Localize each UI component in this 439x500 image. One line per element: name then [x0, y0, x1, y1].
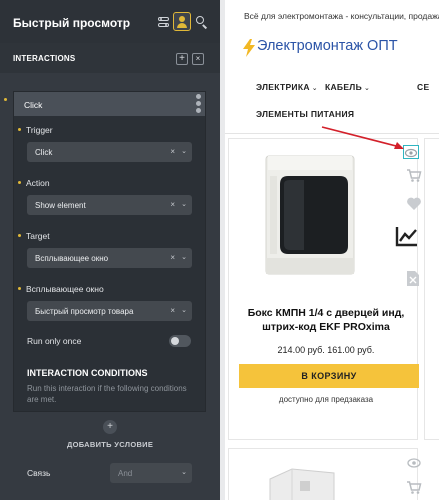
interaction-name: Click [24, 100, 43, 110]
run-only-once-toggle[interactable] [169, 335, 191, 347]
nav-kabel-label: КАБЕЛЬ [325, 82, 362, 92]
panel-divider [220, 0, 225, 500]
trigger-select[interactable]: Click × ⌄ [27, 142, 192, 162]
action-label: Action [26, 178, 50, 188]
store-preview: Всё для электромонтажа - консультации, п… [220, 0, 439, 500]
site-logo[interactable]: Электромонтаж ОПТ [257, 38, 398, 54]
chevron-down-icon[interactable]: ⌄ [181, 306, 187, 314]
interactions-panel: Быстрый просмотр INTERACTIONS + × Click … [0, 0, 220, 500]
user-icon[interactable] [173, 12, 191, 31]
nav-elektrika[interactable]: ЭЛЕКТРИКА ⌄ [256, 82, 318, 92]
panel-header: Быстрый просмотр [0, 0, 220, 43]
add-condition-icon[interactable]: + [103, 420, 117, 434]
clear-icon[interactable]: × [170, 147, 175, 156]
file-icon[interactable] [406, 270, 420, 287]
product-card: Бокс КМПН 1/4 с дверцей инд, штрих-код E… [228, 138, 422, 440]
heart-icon[interactable] [406, 196, 422, 211]
popup-value: Быстрый просмотр товара [35, 307, 134, 316]
conditions-description: Run this interaction if the following co… [27, 384, 187, 404]
product-image[interactable] [262, 463, 342, 500]
product-title[interactable]: Бокс КМПН 1/4 с дверцей инд, штрих-код E… [241, 306, 411, 334]
nav-se[interactable]: СЕ [417, 82, 429, 92]
toggle-settings-icon[interactable] [156, 14, 172, 30]
chevron-down-icon: ⌄ [311, 85, 318, 92]
trigger-label: Trigger [26, 125, 53, 135]
run-only-once-label: Run only once [27, 336, 82, 346]
product-title-line: Бокс КМПН 1/4 с дверцей инд, [247, 307, 405, 319]
clear-icon[interactable]: × [170, 253, 175, 262]
close-button[interactable]: × [192, 53, 204, 65]
add-condition-button[interactable]: ДОБАВИТЬ УСЛОВИЕ [67, 440, 153, 449]
divider [225, 133, 439, 134]
add-interaction-button[interactable]: + [176, 53, 188, 65]
product-card [228, 448, 422, 500]
chart-icon[interactable] [395, 225, 419, 247]
trigger-value: Click [35, 148, 53, 157]
relation-select[interactable]: And ⌄ [110, 463, 192, 483]
availability-text: доступно для предзаказа [278, 395, 374, 404]
eye-icon [404, 148, 418, 158]
nav-power[interactable]: ЭЛЕМЕНТЫ ПИТАНИЯ [256, 109, 354, 119]
interactions-bar: INTERACTIONS + × [0, 43, 220, 73]
required-dot [18, 234, 21, 237]
eye-icon[interactable] [406, 457, 422, 469]
add-to-cart-button[interactable]: В КОРЗИНУ [239, 364, 419, 388]
required-dot [18, 181, 21, 184]
chevron-down-icon[interactable]: ⌄ [181, 468, 187, 476]
popup-label: Всплывающее окно [26, 284, 104, 294]
action-value: Show element [35, 201, 86, 210]
interaction-card-header[interactable]: Click [14, 92, 205, 116]
card-scrollbar[interactable] [196, 94, 202, 114]
panel-title: Быстрый просмотр [13, 16, 131, 30]
relation-value: And [118, 469, 133, 478]
quick-view-button[interactable] [403, 145, 419, 159]
cart-icon[interactable] [406, 479, 422, 495]
site-tagline: Всё для электромонтажа - консультации, п… [244, 11, 439, 21]
lightning-logo-icon [243, 39, 255, 57]
relation-label: Связь [27, 468, 51, 478]
chevron-down-icon[interactable]: ⌄ [181, 253, 187, 261]
product-card-partial [424, 138, 439, 440]
interactions-heading: INTERACTIONS [13, 54, 76, 63]
target-select[interactable]: Всплывающее окно × ⌄ [27, 248, 192, 268]
target-label: Target [26, 231, 50, 241]
chevron-down-icon[interactable]: ⌄ [181, 200, 187, 208]
chevron-down-icon[interactable]: ⌄ [181, 147, 187, 155]
target-value: Всплывающее окно [35, 254, 109, 263]
search-icon[interactable] [194, 14, 210, 30]
chevron-down-icon: ⌄ [363, 85, 371, 92]
clear-icon[interactable]: × [170, 200, 175, 209]
nav-kabel[interactable]: КАБЕЛЬ ⌄ [325, 82, 370, 92]
conditions-title: INTERACTION CONDITIONS [27, 368, 148, 378]
marker-dot [4, 98, 7, 101]
action-select[interactable]: Show element × ⌄ [27, 195, 192, 215]
required-dot [18, 128, 21, 131]
cart-icon[interactable] [406, 167, 422, 183]
product-title-line: штрих-код EKF PROxima [262, 321, 390, 333]
required-dot [18, 287, 21, 290]
nav-elektrika-label: ЭЛЕКТРИКА [256, 82, 310, 92]
product-price: 214.00 руб. 161.00 руб. [277, 345, 375, 355]
product-image[interactable] [260, 154, 359, 277]
popup-select[interactable]: Быстрый просмотр товара × ⌄ [27, 301, 192, 321]
clear-icon[interactable]: × [170, 306, 175, 315]
